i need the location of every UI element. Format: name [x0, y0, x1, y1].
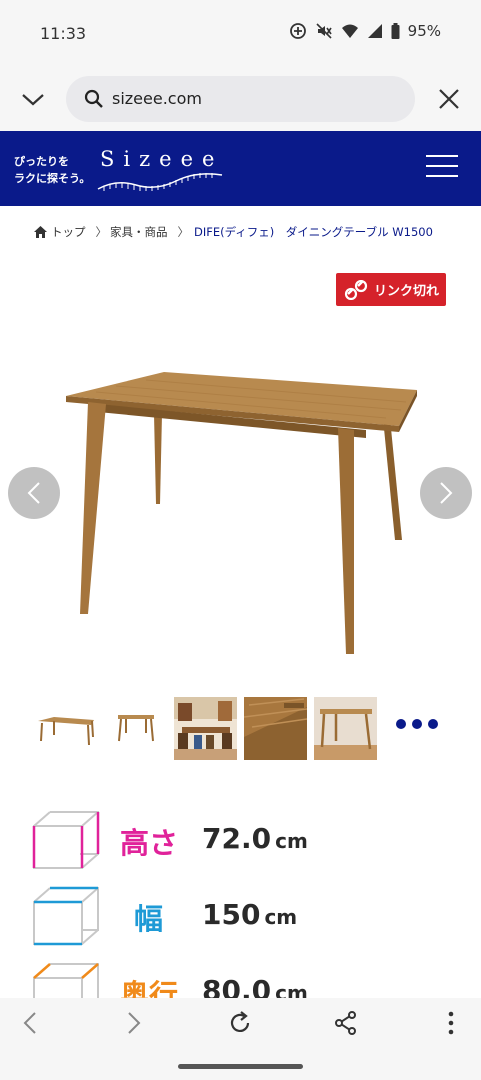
site-header: ぴったりを ラクに探そう。 Sizeee — [0, 131, 481, 206]
broken-link-badge: リンク切れ — [336, 273, 446, 306]
status-time: 11:33 — [40, 24, 87, 43]
dimension-label: 高さ — [120, 826, 179, 860]
browser-toolbar: sizeee.com — [0, 68, 481, 131]
status-bar: 11:33 95% — [0, 0, 481, 68]
wifi-icon — [341, 23, 359, 39]
prev-image-button[interactable] — [8, 467, 60, 519]
dimension-depth: 奥行 80.0 cm — [30, 962, 330, 998]
status-icons: 95% — [289, 22, 441, 40]
sizeee-logo[interactable]: Sizeee — [96, 141, 226, 199]
dimension-value: 150 cm — [202, 898, 298, 931]
dimension-label: 幅 — [134, 902, 164, 936]
dimension-label: 奥行 — [120, 978, 179, 998]
mute-icon — [315, 22, 333, 40]
lens-icon — [289, 22, 307, 40]
share-icon[interactable] — [333, 1010, 359, 1036]
broken-link-icon — [344, 279, 368, 300]
tagline-line-1: ぴったりを — [14, 155, 69, 168]
thumbnail-5[interactable] — [314, 697, 377, 760]
thumbnail-1[interactable] — [34, 697, 97, 760]
dimension-width: 幅 150 cm — [30, 886, 330, 946]
product-image — [36, 274, 446, 686]
url-text: sizeee.com — [112, 89, 202, 108]
breadcrumb-home[interactable]: トップ — [51, 224, 86, 240]
home-icon — [34, 226, 47, 238]
hamburger-menu-icon[interactable] — [426, 155, 458, 181]
chevron-left-icon — [27, 482, 40, 504]
signal-icon — [367, 23, 383, 39]
breadcrumb-product: DIFE(ディフェ) ダイニングテーブル W1500 — [194, 225, 433, 239]
dimension-height: 高さ 72.0 cm — [30, 810, 330, 870]
address-bar[interactable]: sizeee.com — [66, 76, 415, 122]
page-content: トップ 〉 家具・商品 〉 DIFE(ディフェ) ダイニングテーブル W1500… — [0, 206, 481, 998]
back-icon[interactable] — [18, 1010, 44, 1036]
thumbnail-4[interactable] — [243, 697, 308, 760]
more-thumbnails-button[interactable] — [396, 719, 438, 729]
forward-icon[interactable] — [120, 1010, 146, 1036]
battery-level: 95% — [407, 22, 441, 40]
thumbnail-2[interactable] — [104, 697, 167, 760]
svg-text:Sizeee: Sizeee — [100, 147, 223, 171]
height-cube-icon — [32, 811, 100, 869]
chevron-right-icon — [440, 482, 453, 504]
breadcrumb-separator: 〉 — [95, 225, 108, 239]
thumbnail-strip — [34, 697, 444, 761]
gesture-home-bar[interactable] — [178, 1064, 303, 1069]
breadcrumb-category[interactable]: 家具・商品 — [110, 224, 168, 240]
tagline-line-2: ラクに探そう。 — [14, 172, 91, 185]
thumbnail-3[interactable] — [174, 697, 237, 760]
badge-label: リンク切れ — [374, 284, 440, 299]
breadcrumb-separator: 〉 — [177, 225, 190, 239]
close-icon[interactable] — [438, 88, 460, 110]
width-cube-icon — [33, 886, 99, 946]
chevron-down-icon[interactable] — [20, 86, 46, 112]
more-vert-icon[interactable] — [438, 1010, 464, 1036]
dimension-value: 72.0 cm — [202, 822, 308, 855]
search-icon — [84, 89, 103, 108]
site-tagline: ぴったりを ラクに探そう。 — [14, 153, 90, 187]
depth-cube-icon — [33, 963, 99, 998]
battery-icon — [391, 23, 400, 39]
breadcrumb: トップ 〉 家具・商品 〉 DIFE(ディフェ) ダイニングテーブル W1500 — [34, 224, 433, 240]
dimension-value: 80.0 cm — [202, 974, 308, 998]
browser-bottom-bar — [0, 998, 481, 1080]
reload-icon[interactable] — [227, 1010, 253, 1036]
table-illustration — [66, 372, 417, 654]
next-image-button[interactable] — [420, 467, 472, 519]
